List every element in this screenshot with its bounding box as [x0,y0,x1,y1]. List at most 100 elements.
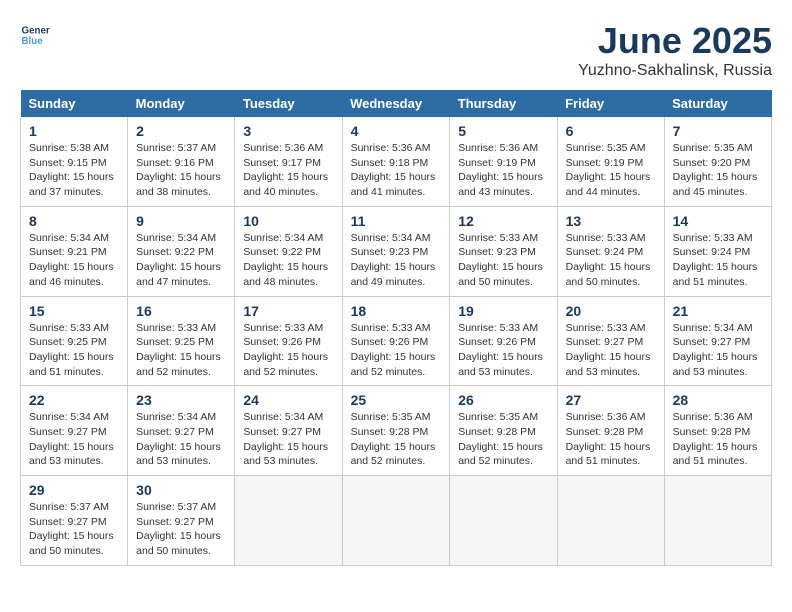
calendar-cell: 23 Sunrise: 5:34 AMSunset: 9:27 PMDaylig… [128,386,235,476]
calendar-cell: 15 Sunrise: 5:33 AMSunset: 9:25 PMDaylig… [21,296,128,386]
day-info: Sunrise: 5:33 AMSunset: 9:24 PMDaylight:… [673,232,758,288]
day-number: 30 [136,482,226,498]
day-info: Sunrise: 5:33 AMSunset: 9:25 PMDaylight:… [29,322,114,378]
calendar-cell: 4 Sunrise: 5:36 AMSunset: 9:18 PMDayligh… [342,117,450,206]
calendar-cell [342,476,450,566]
calendar-cell: 11 Sunrise: 5:34 AMSunset: 9:23 PMDaylig… [342,206,450,296]
day-number: 3 [243,123,333,139]
calendar-cell: 19 Sunrise: 5:33 AMSunset: 9:26 PMDaylig… [450,296,557,386]
calendar-cell: 20 Sunrise: 5:33 AMSunset: 9:27 PMDaylig… [557,296,664,386]
header-sunday: Sunday [21,90,128,117]
week-row-1: 1 Sunrise: 5:38 AMSunset: 9:15 PMDayligh… [21,117,772,206]
calendar-cell [557,476,664,566]
day-number: 2 [136,123,226,139]
calendar-cell: 27 Sunrise: 5:36 AMSunset: 9:28 PMDaylig… [557,386,664,476]
day-number: 26 [458,392,548,408]
calendar-cell: 2 Sunrise: 5:37 AMSunset: 9:16 PMDayligh… [128,117,235,206]
calendar-cell: 26 Sunrise: 5:35 AMSunset: 9:28 PMDaylig… [450,386,557,476]
calendar-table: Sunday Monday Tuesday Wednesday Thursday… [20,90,772,566]
calendar-cell: 10 Sunrise: 5:34 AMSunset: 9:22 PMDaylig… [235,206,342,296]
day-info: Sunrise: 5:33 AMSunset: 9:26 PMDaylight:… [458,322,543,378]
day-number: 11 [351,213,442,229]
logo-icon: General Blue [20,20,50,50]
logo: General Blue [20,20,50,50]
day-number: 15 [29,303,119,319]
header-tuesday: Tuesday [235,90,342,117]
calendar-title: June 2025 [578,20,772,62]
calendar-cell: 3 Sunrise: 5:36 AMSunset: 9:17 PMDayligh… [235,117,342,206]
week-row-2: 8 Sunrise: 5:34 AMSunset: 9:21 PMDayligh… [21,206,772,296]
calendar-cell: 1 Sunrise: 5:38 AMSunset: 9:15 PMDayligh… [21,117,128,206]
day-number: 1 [29,123,119,139]
calendar-cell [450,476,557,566]
day-info: Sunrise: 5:33 AMSunset: 9:23 PMDaylight:… [458,232,543,288]
day-number: 27 [566,392,656,408]
day-info: Sunrise: 5:36 AMSunset: 9:17 PMDaylight:… [243,142,328,198]
day-number: 8 [29,213,119,229]
day-info: Sunrise: 5:36 AMSunset: 9:19 PMDaylight:… [458,142,543,198]
day-info: Sunrise: 5:34 AMSunset: 9:21 PMDaylight:… [29,232,114,288]
calendar-cell [664,476,771,566]
day-info: Sunrise: 5:35 AMSunset: 9:28 PMDaylight:… [458,411,543,467]
day-info: Sunrise: 5:34 AMSunset: 9:22 PMDaylight:… [243,232,328,288]
day-number: 29 [29,482,119,498]
day-info: Sunrise: 5:33 AMSunset: 9:25 PMDaylight:… [136,322,221,378]
day-info: Sunrise: 5:36 AMSunset: 9:28 PMDaylight:… [566,411,651,467]
calendar-cell: 21 Sunrise: 5:34 AMSunset: 9:27 PMDaylig… [664,296,771,386]
calendar-cell: 29 Sunrise: 5:37 AMSunset: 9:27 PMDaylig… [21,476,128,566]
day-number: 18 [351,303,442,319]
day-number: 5 [458,123,548,139]
day-info: Sunrise: 5:33 AMSunset: 9:24 PMDaylight:… [566,232,651,288]
day-info: Sunrise: 5:33 AMSunset: 9:26 PMDaylight:… [351,322,436,378]
day-number: 25 [351,392,442,408]
day-info: Sunrise: 5:38 AMSunset: 9:15 PMDaylight:… [29,142,114,198]
day-info: Sunrise: 5:37 AMSunset: 9:27 PMDaylight:… [136,501,221,557]
day-info: Sunrise: 5:34 AMSunset: 9:23 PMDaylight:… [351,232,436,288]
calendar-cell: 14 Sunrise: 5:33 AMSunset: 9:24 PMDaylig… [664,206,771,296]
day-info: Sunrise: 5:34 AMSunset: 9:27 PMDaylight:… [29,411,114,467]
week-row-3: 15 Sunrise: 5:33 AMSunset: 9:25 PMDaylig… [21,296,772,386]
calendar-cell: 22 Sunrise: 5:34 AMSunset: 9:27 PMDaylig… [21,386,128,476]
calendar-cell: 13 Sunrise: 5:33 AMSunset: 9:24 PMDaylig… [557,206,664,296]
day-number: 13 [566,213,656,229]
svg-text:Blue: Blue [22,36,44,47]
day-info: Sunrise: 5:37 AMSunset: 9:27 PMDaylight:… [29,501,114,557]
day-info: Sunrise: 5:33 AMSunset: 9:26 PMDaylight:… [243,322,328,378]
calendar-subtitle: Yuzhno-Sakhalinsk, Russia [578,62,772,80]
day-info: Sunrise: 5:35 AMSunset: 9:28 PMDaylight:… [351,411,436,467]
day-number: 21 [673,303,763,319]
week-row-5: 29 Sunrise: 5:37 AMSunset: 9:27 PMDaylig… [21,476,772,566]
day-number: 24 [243,392,333,408]
calendar-cell: 8 Sunrise: 5:34 AMSunset: 9:21 PMDayligh… [21,206,128,296]
week-row-4: 22 Sunrise: 5:34 AMSunset: 9:27 PMDaylig… [21,386,772,476]
day-number: 12 [458,213,548,229]
day-number: 20 [566,303,656,319]
calendar-cell: 28 Sunrise: 5:36 AMSunset: 9:28 PMDaylig… [664,386,771,476]
day-info: Sunrise: 5:37 AMSunset: 9:16 PMDaylight:… [136,142,221,198]
calendar-cell: 12 Sunrise: 5:33 AMSunset: 9:23 PMDaylig… [450,206,557,296]
day-number: 17 [243,303,333,319]
day-number: 9 [136,213,226,229]
day-number: 19 [458,303,548,319]
day-number: 6 [566,123,656,139]
day-number: 14 [673,213,763,229]
day-info: Sunrise: 5:34 AMSunset: 9:27 PMDaylight:… [673,322,758,378]
day-number: 4 [351,123,442,139]
header-friday: Friday [557,90,664,117]
header-row: Sunday Monday Tuesday Wednesday Thursday… [21,90,772,117]
day-info: Sunrise: 5:34 AMSunset: 9:27 PMDaylight:… [243,411,328,467]
calendar-cell: 7 Sunrise: 5:35 AMSunset: 9:20 PMDayligh… [664,117,771,206]
calendar-cell: 16 Sunrise: 5:33 AMSunset: 9:25 PMDaylig… [128,296,235,386]
day-info: Sunrise: 5:36 AMSunset: 9:18 PMDaylight:… [351,142,436,198]
day-number: 16 [136,303,226,319]
calendar-cell: 9 Sunrise: 5:34 AMSunset: 9:22 PMDayligh… [128,206,235,296]
day-number: 10 [243,213,333,229]
header-monday: Monday [128,90,235,117]
calendar-cell [235,476,342,566]
calendar-cell: 6 Sunrise: 5:35 AMSunset: 9:19 PMDayligh… [557,117,664,206]
day-number: 7 [673,123,763,139]
calendar-cell: 24 Sunrise: 5:34 AMSunset: 9:27 PMDaylig… [235,386,342,476]
day-info: Sunrise: 5:35 AMSunset: 9:19 PMDaylight:… [566,142,651,198]
day-number: 28 [673,392,763,408]
day-number: 23 [136,392,226,408]
